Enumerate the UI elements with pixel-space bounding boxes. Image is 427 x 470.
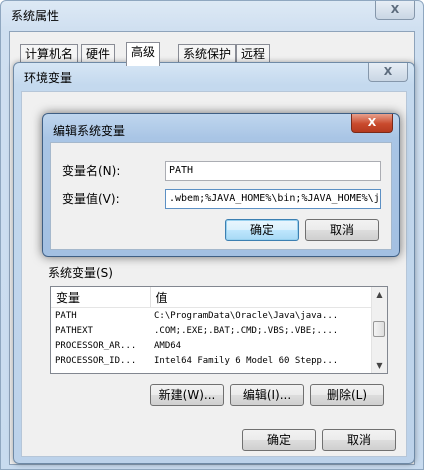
system-properties-title: 系统属性 <box>11 9 60 23</box>
close-icon: X <box>367 116 377 129</box>
environment-variables-close-button[interactable]: X <box>368 63 408 82</box>
table-row[interactable]: PATH C:\ProgramData\Oracle\Java\java... <box>51 308 371 324</box>
scroll-up-arrow-icon[interactable]: ▲ <box>372 287 387 302</box>
system-variables-header-row: 变量 值 <box>51 287 371 308</box>
env-ok-button[interactable]: 确定 <box>242 429 316 451</box>
system-variables-label: 系统变量(S) <box>48 266 113 280</box>
variable-name: PROCESSOR_ID... <box>55 355 137 366</box>
variable-value: .COM;.EXE;.BAT;.CMD;.VBS;.VBE;.... <box>154 325 339 336</box>
close-icon: X <box>390 3 400 16</box>
tab-label: 硬件 <box>86 47 111 61</box>
edit-cancel-button[interactable]: 取消 <box>305 219 379 241</box>
variable-name-label: 变量名(N): <box>62 164 121 178</box>
tab-computer-name[interactable]: 计算机名 <box>20 44 79 64</box>
environment-variables-title: 环境变量 <box>24 71 73 85</box>
env-cancel-button[interactable]: 取消 <box>322 429 396 451</box>
table-row[interactable]: PATHEXT .COM;.EXE;.BAT;.CMD;.VBS;.VBE;..… <box>51 323 371 338</box>
variable-name: PATH <box>55 310 77 321</box>
tab-advanced[interactable]: 高级 <box>126 42 161 66</box>
edit-dialog-title: 编辑系统变量 <box>53 124 126 138</box>
variable-name: PATHEXT <box>55 325 93 336</box>
variable-value-label: 变量值(V): <box>62 192 120 206</box>
tab-system-protection[interactable]: 系统保护 <box>178 44 237 64</box>
edit-system-variable-dialog: 编辑系统变量 X 变量名(N): PATH 变量值(V): .wbem;%JAV… <box>42 113 400 257</box>
variable-name: PROCESSOR_AR... <box>55 340 137 351</box>
variable-value: C:\ProgramData\Oracle\Java\java... <box>154 310 339 321</box>
edit-variable-button[interactable]: 编辑(I)... <box>230 384 304 406</box>
tab-remote[interactable]: 远程 <box>236 44 271 64</box>
close-icon: X <box>383 65 393 78</box>
tab-label: 计算机名 <box>25 47 74 61</box>
system-variables-list[interactable]: 变量 值 PATH C:\ProgramData\Oracle\Java\jav… <box>50 286 388 374</box>
variable-value-input[interactable]: .wbem;%JAVA_HOME%\bin;%JAVA_HOME%\jr <box>165 189 381 209</box>
tab-label: 远程 <box>241 47 266 61</box>
new-variable-button[interactable]: 新建(W)... <box>150 384 224 406</box>
variable-value: Intel64 Family 6 Model 60 Stepp... <box>154 355 339 366</box>
scrollbar-thumb[interactable] <box>373 321 385 337</box>
tab-hardware[interactable]: 硬件 <box>81 44 116 64</box>
tab-label: 系统保护 <box>183 47 232 61</box>
column-header-value[interactable]: 值 <box>150 287 371 308</box>
edit-dialog-close-button[interactable]: X <box>351 114 393 133</box>
variable-value: AMD64 <box>154 340 182 351</box>
edit-ok-button[interactable]: 确定 <box>225 219 299 241</box>
edit-dialog-client: 变量名(N): PATH 变量值(V): .wbem;%JAVA_HOME%\b… <box>50 142 392 250</box>
table-row[interactable]: PROCESSOR_ID... Intel64 Family 6 Model 6… <box>51 353 371 368</box>
delete-variable-button[interactable]: 删除(L) <box>310 384 384 406</box>
system-variables-scrollbar[interactable]: ▲ ▼ <box>371 287 387 373</box>
scroll-down-arrow-icon[interactable]: ▼ <box>372 358 387 373</box>
table-row[interactable]: PROCESSOR_AR... AMD64 <box>51 338 371 353</box>
variable-name-input[interactable]: PATH <box>165 161 381 181</box>
system-properties-close-button[interactable]: X <box>375 1 415 20</box>
tab-label: 高级 <box>131 45 156 59</box>
column-header-variable[interactable]: 变量 <box>51 287 151 308</box>
